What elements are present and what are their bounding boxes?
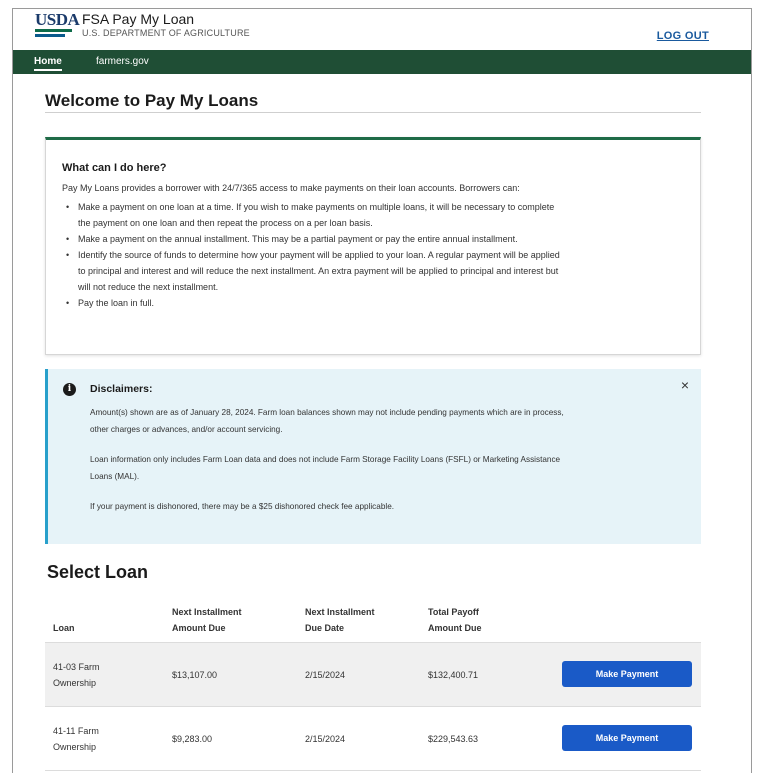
disclaimer-alert: i × Disclaimers: Amount(s) shown are as … bbox=[45, 369, 701, 544]
browser-frame: USDA FSA Pay My Loan U.S. DEPARTMENT OF … bbox=[12, 8, 752, 773]
disclaimer-paragraph: If your payment is dishonored, there may… bbox=[90, 498, 685, 515]
info-icon: i bbox=[63, 383, 76, 396]
site-header: USDA FSA Pay My Loan U.S. DEPARTMENT OF … bbox=[13, 9, 751, 49]
payoff-amount: $132,400.71 bbox=[428, 670, 479, 680]
disclaimer-line: Loans (MAL). bbox=[90, 472, 140, 481]
nav-item-home[interactable]: Home bbox=[34, 56, 62, 71]
column-header-line: Total Payoff bbox=[428, 607, 479, 617]
make-payment-button[interactable]: Make Payment bbox=[562, 725, 692, 751]
site-title: FSA Pay My Loan bbox=[82, 11, 195, 27]
usda-logo-text: USDA bbox=[35, 10, 80, 29]
make-payment-button[interactable]: Make Payment bbox=[562, 661, 692, 687]
list-item-line: will not reduce the next installment. bbox=[78, 282, 219, 292]
column-header-line: Next Installment bbox=[172, 607, 242, 617]
list-item-line: to principal and interest and will reduc… bbox=[78, 266, 559, 276]
table-row: 41-11 Farm Ownership $9,283.00 2/15/2024… bbox=[45, 707, 701, 771]
column-header-line: Amount Due bbox=[172, 623, 226, 633]
disclaimer-line: Loan information only includes Farm Loan… bbox=[90, 455, 561, 464]
column-header-amount-due: Next Installment Amount Due bbox=[172, 604, 282, 636]
amount-due: $13,107.00 bbox=[172, 670, 218, 680]
disclaimer-line: If your payment is dishonored, there may… bbox=[90, 502, 395, 511]
list-item: Make a payment on the annual installment… bbox=[62, 231, 684, 247]
list-item: Identify the source of funds to determin… bbox=[62, 247, 684, 295]
loan-name: 41-03 Farm Ownership bbox=[53, 659, 133, 691]
loan-name-line: Ownership bbox=[53, 678, 97, 688]
disclaimer-paragraph: Amount(s) shown are as of January 28, 20… bbox=[90, 404, 685, 438]
main-nav: Home farmers.gov bbox=[13, 50, 751, 74]
list-item: Make a payment on one loan at a time. If… bbox=[62, 199, 684, 231]
column-header-line: Next Installment bbox=[305, 607, 375, 617]
close-icon[interactable]: × bbox=[681, 377, 689, 393]
loan-name-line: 41-03 Farm bbox=[53, 662, 100, 672]
info-card-list: Make a payment on one loan at a time. If… bbox=[62, 199, 684, 311]
usda-logo[interactable]: USDA bbox=[35, 10, 80, 42]
loan-name: 41-11 Farm Ownership bbox=[53, 723, 133, 755]
logout-link[interactable]: LOG OUT bbox=[657, 30, 709, 42]
loan-table: Loan Next Installment Amount Due Next In… bbox=[45, 595, 701, 771]
disclaimer-heading: Disclaimers: bbox=[90, 383, 153, 395]
payoff-amount: $229,543.63 bbox=[428, 734, 479, 744]
column-header-line: Loan bbox=[53, 623, 75, 633]
list-item-line: Make a payment on one loan at a time. If… bbox=[78, 202, 555, 212]
select-loan-title: Select Loan bbox=[47, 562, 149, 582]
due-date: 2/15/2024 bbox=[305, 734, 346, 744]
page-title: Welcome to Pay My Loans bbox=[45, 91, 259, 110]
title-divider bbox=[45, 112, 701, 113]
nav-item-farmers-gov[interactable]: farmers.gov bbox=[96, 56, 149, 67]
site-subtitle: U.S. DEPARTMENT OF AGRICULTURE bbox=[82, 28, 250, 38]
info-card-heading: What can I do here? bbox=[62, 162, 167, 174]
disclaimer-line: Amount(s) shown are as of January 28, 20… bbox=[90, 408, 564, 417]
loan-name-line: Ownership bbox=[53, 742, 97, 752]
table-row: 41-03 Farm Ownership $13,107.00 2/15/202… bbox=[45, 643, 701, 707]
column-header-loan: Loan bbox=[53, 620, 133, 636]
amount-due: $9,283.00 bbox=[172, 734, 213, 744]
due-date: 2/15/2024 bbox=[305, 670, 346, 680]
list-item-line: Pay the loan in full. bbox=[78, 298, 155, 308]
list-item-line: Make a payment on the annual installment… bbox=[78, 234, 518, 244]
column-header-due-date: Next Installment Due Date bbox=[305, 604, 405, 636]
list-item-line: the payment on one loan and then repeat … bbox=[78, 218, 373, 228]
table-header: Loan Next Installment Amount Due Next In… bbox=[45, 595, 701, 643]
list-item-line: Identify the source of funds to determin… bbox=[78, 250, 560, 260]
column-header-line: Amount Due bbox=[428, 623, 482, 633]
loan-name-line: 41-11 Farm bbox=[53, 726, 99, 736]
disclaimer-line: other charges or advances, and/or accoun… bbox=[90, 425, 283, 434]
column-header-payoff: Total Payoff Amount Due bbox=[428, 604, 528, 636]
info-card-intro: Pay My Loans provides a borrower with 24… bbox=[62, 183, 520, 193]
usda-logo-bars bbox=[35, 29, 72, 37]
column-header-line: Due Date bbox=[305, 623, 345, 633]
info-card: What can I do here? Pay My Loans provide… bbox=[45, 137, 701, 355]
list-item: Pay the loan in full. bbox=[62, 295, 684, 311]
disclaimer-paragraph: Loan information only includes Farm Loan… bbox=[90, 451, 685, 485]
